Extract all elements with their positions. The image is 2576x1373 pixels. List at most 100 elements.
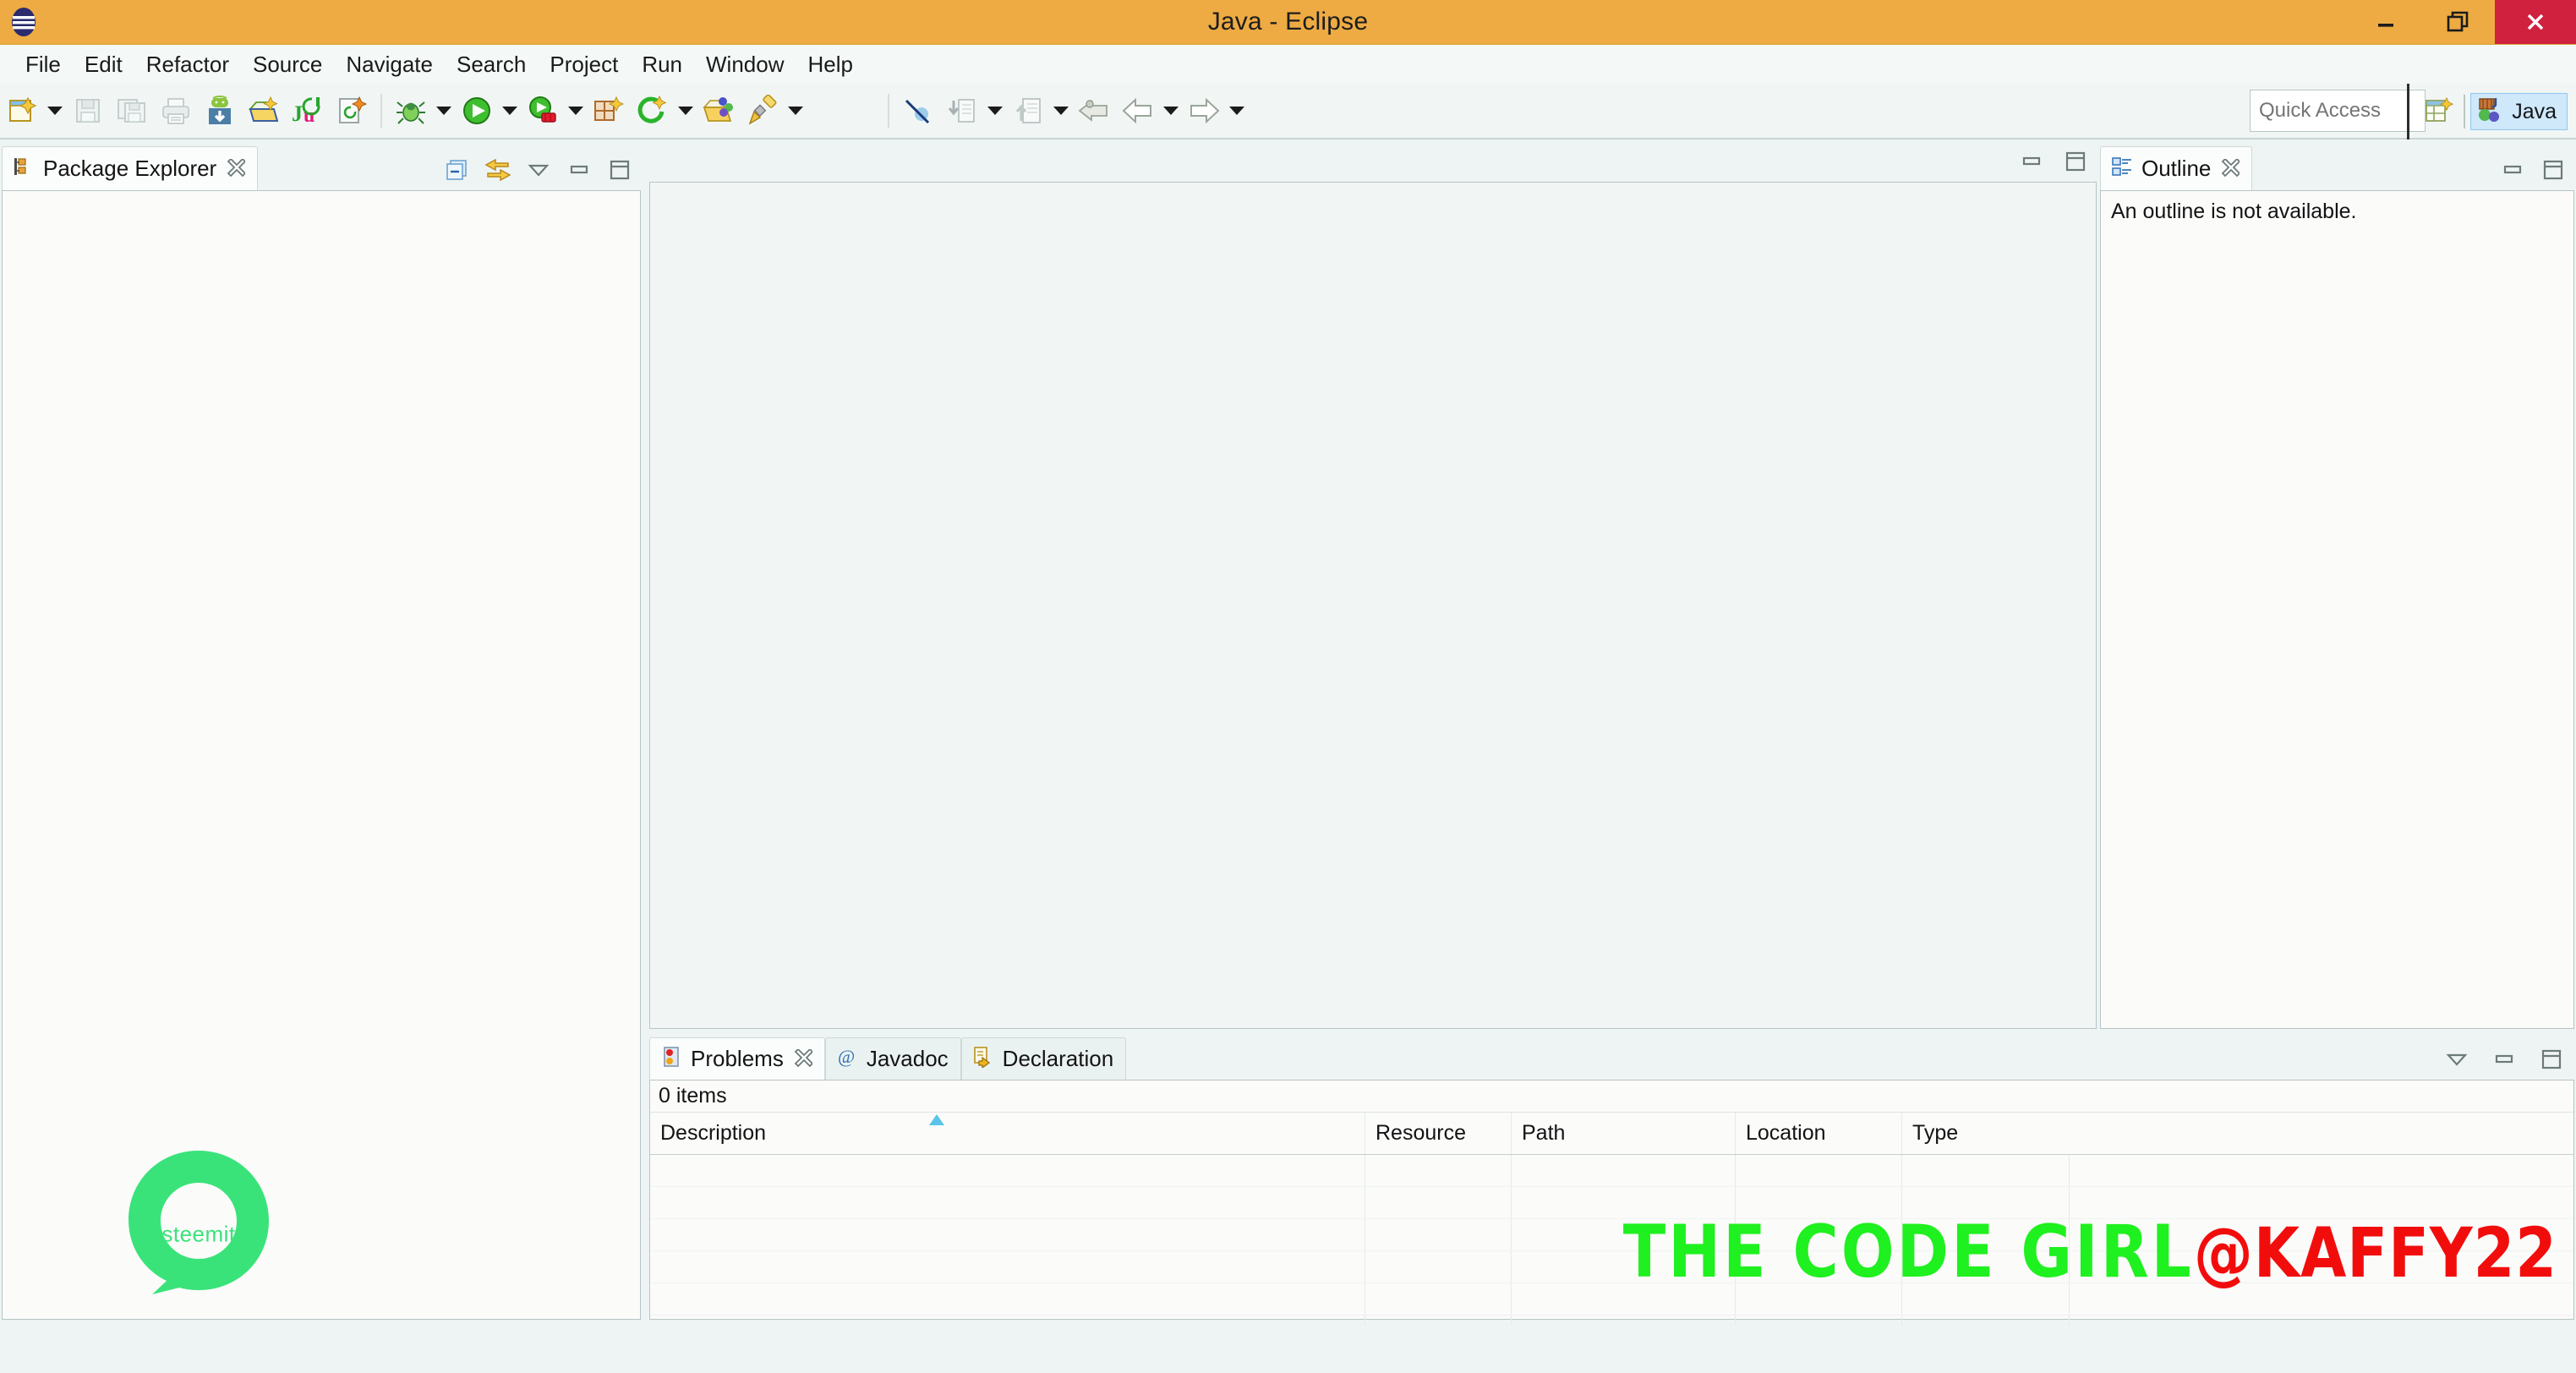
menu-file[interactable]: File xyxy=(14,50,73,79)
search-pencil-icon[interactable] xyxy=(743,90,782,132)
save-all-icon[interactable] xyxy=(112,90,151,132)
junit-icon[interactable]: J u xyxy=(288,90,327,132)
svg-text:@: @ xyxy=(838,1046,855,1067)
forward-arrow-icon[interactable] xyxy=(1184,90,1223,132)
android-virtual-device-icon[interactable] xyxy=(244,90,283,132)
tab-outline[interactable]: Outline xyxy=(2100,146,2253,190)
table-row[interactable] xyxy=(650,1283,2573,1316)
run-icon[interactable] xyxy=(457,90,496,132)
editor-minimize-button[interactable] xyxy=(2017,148,2046,175)
menu-edit[interactable]: Edit xyxy=(73,50,134,79)
minimize-button[interactable] xyxy=(565,156,593,183)
previous-annotation-icon[interactable] xyxy=(1009,90,1047,132)
problems-minimize-button[interactable] xyxy=(2490,1046,2519,1073)
new-wizard-dropdown-icon[interactable] xyxy=(44,90,66,132)
back-arrow-icon[interactable] xyxy=(1118,90,1157,132)
print-icon[interactable] xyxy=(156,90,195,132)
sort-ascending-icon xyxy=(929,1114,944,1125)
problems-maximize-button[interactable] xyxy=(2537,1046,2566,1073)
menu-refactor[interactable]: Refactor xyxy=(134,50,241,79)
next-annotation-icon[interactable] xyxy=(943,90,982,132)
close-tab-icon[interactable] xyxy=(2219,157,2241,179)
view-menu-button[interactable] xyxy=(524,156,553,183)
editor-area xyxy=(649,143,2097,1029)
restore-window-button[interactable] xyxy=(2422,0,2495,44)
column-header-path[interactable]: Path xyxy=(1511,1113,1735,1154)
column-header-resource[interactable]: Resource xyxy=(1365,1113,1511,1154)
collapse-all-button[interactable] xyxy=(443,156,472,183)
refresh-dropdown-icon[interactable] xyxy=(675,90,697,132)
table-row[interactable] xyxy=(650,1219,2573,1251)
problems-table[interactable]: Description Resource Path Location Type xyxy=(650,1113,2573,1348)
toolbar-separator xyxy=(380,94,382,128)
column-header-description[interactable]: Description xyxy=(650,1113,1365,1154)
tab-javadoc[interactable]: @ Javadoc xyxy=(824,1037,961,1080)
problems-toolbar xyxy=(2442,1046,2566,1073)
refresh-icon[interactable] xyxy=(633,90,672,132)
bottom-tabrow: Problems @ Javadoc Declaration xyxy=(649,1034,2574,1080)
toolbar-separator-2 xyxy=(888,94,889,128)
perspective-java-button[interactable]: Java xyxy=(2470,93,2568,130)
perspective-divider xyxy=(2464,95,2466,129)
javadoc-tab-label: Javadoc xyxy=(866,1046,949,1071)
table-row[interactable] xyxy=(650,1187,2573,1219)
forward-dropdown-icon[interactable] xyxy=(1226,90,1248,132)
main-toolbar: J u xyxy=(0,84,2576,139)
menu-window[interactable]: Window xyxy=(694,50,796,79)
back-dropdown-icon[interactable] xyxy=(1160,90,1182,132)
next-annotation-dropdown-icon[interactable] xyxy=(984,90,1006,132)
new-android-project-icon[interactable] xyxy=(589,90,628,132)
link-with-editor-button[interactable] xyxy=(484,156,512,183)
outline-minimize-button[interactable] xyxy=(2498,156,2527,183)
problems-view-menu-button[interactable] xyxy=(2442,1046,2471,1073)
tab-package-explorer[interactable]: Package Explorer xyxy=(2,146,259,190)
outline-empty-message: An outline is not available. xyxy=(2111,200,2357,223)
run-dropdown-icon[interactable] xyxy=(499,90,521,132)
outline-maximize-button[interactable] xyxy=(2539,156,2568,183)
svg-text:J: J xyxy=(292,101,303,126)
close-tab-icon[interactable] xyxy=(792,1048,814,1069)
search-dropdown-icon[interactable] xyxy=(785,90,807,132)
previous-annotation-dropdown-icon[interactable] xyxy=(1050,90,1072,132)
close-window-button[interactable] xyxy=(2495,0,2576,44)
open-type-icon[interactable] xyxy=(699,90,738,132)
skip-breakpoints-icon[interactable] xyxy=(899,90,938,132)
close-tab-icon[interactable] xyxy=(225,157,247,179)
debug-icon[interactable] xyxy=(391,90,430,132)
problems-table-body[interactable] xyxy=(650,1155,2573,1348)
quick-access-field[interactable] xyxy=(2250,90,2426,132)
window-title-bar: Java - Eclipse xyxy=(0,0,2576,44)
save-icon[interactable] xyxy=(68,90,107,132)
last-edit-location-icon[interactable] xyxy=(1075,90,1113,132)
column-header-location[interactable]: Location xyxy=(1735,1113,1901,1154)
menu-source[interactable]: Source xyxy=(241,50,334,79)
tab-problems[interactable]: Problems xyxy=(649,1037,825,1080)
menu-project[interactable]: Project xyxy=(538,50,630,79)
package-explorer-title: Package Explorer xyxy=(43,156,217,181)
menu-navigate[interactable]: Navigate xyxy=(334,50,445,79)
package-explorer-view: Package Explorer xyxy=(2,143,641,1320)
outline-tabrow: Outline xyxy=(2100,143,2574,190)
editor-maximize-button[interactable] xyxy=(2061,148,2090,175)
new-java-class-icon[interactable] xyxy=(332,90,371,132)
perspective-switcher: Java xyxy=(2407,84,2568,139)
maximize-button[interactable] xyxy=(605,156,634,183)
minimize-window-button[interactable] xyxy=(2349,0,2422,44)
table-row[interactable] xyxy=(650,1155,2573,1187)
menu-run[interactable]: Run xyxy=(630,50,694,79)
run-external-tools-icon[interactable] xyxy=(523,90,562,132)
column-header-type[interactable]: Type xyxy=(1901,1113,2069,1154)
package-explorer-tree[interactable] xyxy=(2,190,641,1320)
menu-search[interactable]: Search xyxy=(445,50,538,79)
external-tools-dropdown-icon[interactable] xyxy=(565,90,587,132)
new-wizard-icon[interactable] xyxy=(3,90,41,132)
table-row[interactable] xyxy=(650,1251,2573,1283)
search-input[interactable] xyxy=(2259,99,2425,123)
android-sdk-manager-icon[interactable] xyxy=(200,90,239,132)
window-title: Java - Eclipse xyxy=(1207,8,1369,36)
editor-canvas[interactable] xyxy=(649,182,2097,1029)
open-perspective-icon[interactable] xyxy=(2421,93,2458,130)
tab-declaration[interactable]: Declaration xyxy=(960,1037,1127,1080)
menu-help[interactable]: Help xyxy=(796,50,865,79)
debug-dropdown-icon[interactable] xyxy=(433,90,455,132)
